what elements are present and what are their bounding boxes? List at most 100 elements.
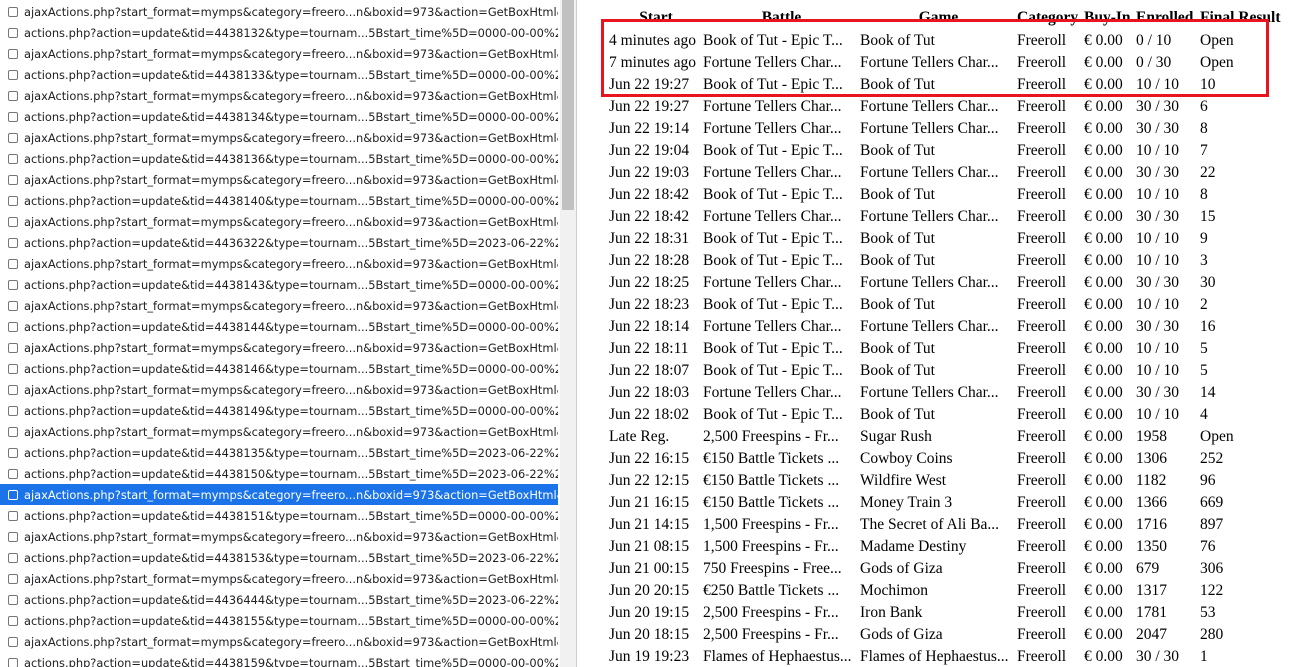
request-checkbox[interactable] [8, 48, 18, 59]
request-row[interactable]: ajaxActions.php?start_format=mymps&categ… [0, 484, 558, 505]
request-checkbox[interactable] [8, 594, 18, 605]
request-row[interactable]: ajaxActions.php?start_format=mymps&categ… [0, 211, 558, 232]
request-url: actions.php?action=update&tid=4436322&ty… [24, 235, 558, 250]
request-checkbox[interactable] [8, 90, 18, 101]
request-row[interactable]: ajaxActions.php?start_format=mymps&categ… [0, 295, 558, 316]
request-checkbox[interactable] [8, 69, 18, 80]
request-checkbox[interactable] [8, 447, 18, 458]
request-row[interactable]: actions.php?action=update&tid=4438149&ty… [0, 400, 558, 421]
request-checkbox[interactable] [8, 174, 18, 185]
request-checkbox[interactable] [8, 426, 18, 437]
cell-final-result: 252 [1200, 450, 1224, 467]
request-row[interactable]: ajaxActions.php?start_format=mymps&categ… [0, 253, 558, 274]
request-checkbox[interactable] [8, 132, 18, 143]
request-checkbox[interactable] [8, 510, 18, 521]
cell-category: Freeroll [1017, 32, 1067, 49]
cell-start: Jun 22 18:11 [609, 340, 689, 357]
cell-game: Book of Tut [860, 76, 935, 93]
cell-category: Freeroll [1017, 384, 1067, 401]
request-row[interactable]: actions.php?action=update&tid=4438153&ty… [0, 547, 558, 568]
cell-buy-in: € 0.00 [1084, 252, 1123, 269]
request-row[interactable]: actions.php?action=update&tid=4438159&ty… [0, 652, 558, 667]
request-checkbox[interactable] [8, 489, 18, 500]
request-checkbox[interactable] [8, 300, 18, 311]
request-url: actions.php?action=update&tid=4436444&ty… [24, 592, 558, 607]
request-checkbox[interactable] [8, 615, 18, 626]
request-checkbox[interactable] [8, 195, 18, 206]
request-row[interactable]: ajaxActions.php?start_format=mymps&categ… [0, 85, 558, 106]
header-final-result: Final Result [1200, 9, 1281, 26]
request-row[interactable]: actions.php?action=update&tid=4438143&ty… [0, 274, 558, 295]
request-row[interactable]: ajaxActions.php?start_format=mymps&categ… [0, 568, 558, 589]
request-row[interactable]: actions.php?action=update&tid=4438140&ty… [0, 190, 558, 211]
request-checkbox[interactable] [8, 363, 18, 374]
request-checkbox[interactable] [8, 216, 18, 227]
request-checkbox[interactable] [8, 573, 18, 584]
request-checkbox[interactable] [8, 321, 18, 332]
request-checkbox[interactable] [8, 657, 18, 667]
request-row[interactable]: ajaxActions.php?start_format=mymps&categ… [0, 127, 558, 148]
header-buy-in: Buy-In [1084, 9, 1131, 26]
request-checkbox[interactable] [8, 258, 18, 269]
scrollbar-thumb[interactable] [562, 0, 574, 210]
request-checkbox[interactable] [8, 153, 18, 164]
cell-category: Freeroll [1017, 516, 1067, 533]
cell-start: Jun 21 08:15 [609, 538, 690, 555]
cell-battle: Fortune Tellers Char... [703, 120, 842, 137]
cell-final-result: 306 [1200, 560, 1224, 577]
request-row[interactable]: actions.php?action=update&tid=4436444&ty… [0, 589, 558, 610]
cell-enrolled: 30 / 30 [1136, 120, 1180, 137]
request-list-scrollbar[interactable] [560, 0, 576, 667]
request-row[interactable]: actions.php?action=update&tid=4438132&ty… [0, 22, 558, 43]
request-row[interactable]: actions.php?action=update&tid=4438136&ty… [0, 148, 558, 169]
request-checkbox[interactable] [8, 405, 18, 416]
cell-game: Mochimon [860, 582, 929, 599]
request-row[interactable]: actions.php?action=update&tid=4438155&ty… [0, 610, 558, 631]
cell-buy-in: € 0.00 [1084, 582, 1123, 599]
request-checkbox[interactable] [8, 636, 18, 647]
cell-start: Jun 20 18:15 [609, 626, 690, 643]
request-url: actions.php?action=update&tid=4438149&ty… [24, 403, 558, 418]
request-checkbox[interactable] [8, 468, 18, 479]
request-row[interactable]: ajaxActions.php?start_format=mymps&categ… [0, 169, 558, 190]
request-row[interactable]: ajaxActions.php?start_format=mymps&categ… [0, 43, 558, 64]
cell-buy-in: € 0.00 [1084, 76, 1123, 93]
request-row[interactable]: actions.php?action=update&tid=4436322&ty… [0, 232, 558, 253]
request-checkbox[interactable] [8, 237, 18, 248]
cell-category: Freeroll [1017, 428, 1067, 445]
request-row[interactable]: ajaxActions.php?start_format=mymps&categ… [0, 421, 558, 442]
request-checkbox[interactable] [8, 552, 18, 563]
request-row[interactable]: actions.php?action=update&tid=4438151&ty… [0, 505, 558, 526]
cell-category: Freeroll [1017, 76, 1067, 93]
request-row[interactable]: ajaxActions.php?start_format=mymps&categ… [0, 1, 558, 22]
cell-category: Freeroll [1017, 142, 1067, 159]
request-checkbox[interactable] [8, 342, 18, 353]
request-row[interactable]: ajaxActions.php?start_format=mymps&categ… [0, 379, 558, 400]
cell-battle: Book of Tut - Epic T... [703, 362, 843, 379]
cell-final-result: 30 [1200, 274, 1216, 291]
request-checkbox[interactable] [8, 27, 18, 38]
request-row[interactable]: actions.php?action=update&tid=4438134&ty… [0, 106, 558, 127]
request-checkbox[interactable] [8, 111, 18, 122]
request-checkbox[interactable] [8, 531, 18, 542]
request-row[interactable]: ajaxActions.php?start_format=mymps&categ… [0, 631, 558, 652]
cell-final-result: 5 [1200, 362, 1208, 379]
request-row[interactable]: ajaxActions.php?start_format=mymps&categ… [0, 337, 558, 358]
request-url: ajaxActions.php?start_format=mymps&categ… [24, 529, 558, 544]
cell-final-result: 10 [1200, 76, 1216, 93]
request-checkbox[interactable] [8, 384, 18, 395]
header-category: Category [1017, 9, 1079, 26]
cell-game: Book of Tut [860, 186, 935, 203]
cell-enrolled: 1182 [1136, 472, 1167, 489]
request-row[interactable]: ajaxActions.php?start_format=mymps&categ… [0, 526, 558, 547]
request-row[interactable]: actions.php?action=update&tid=4438144&ty… [0, 316, 558, 337]
cell-enrolled: 0 / 30 [1136, 54, 1172, 71]
request-checkbox[interactable] [8, 279, 18, 290]
cell-game: Money Train 3 [860, 494, 953, 511]
request-row[interactable]: actions.php?action=update&tid=4438150&ty… [0, 463, 558, 484]
request-row[interactable]: actions.php?action=update&tid=4438135&ty… [0, 442, 558, 463]
request-row[interactable]: actions.php?action=update&tid=4438146&ty… [0, 358, 558, 379]
request-row[interactable]: actions.php?action=update&tid=4438133&ty… [0, 64, 558, 85]
request-checkbox[interactable] [8, 6, 18, 17]
cell-final-result: 6 [1200, 98, 1208, 115]
